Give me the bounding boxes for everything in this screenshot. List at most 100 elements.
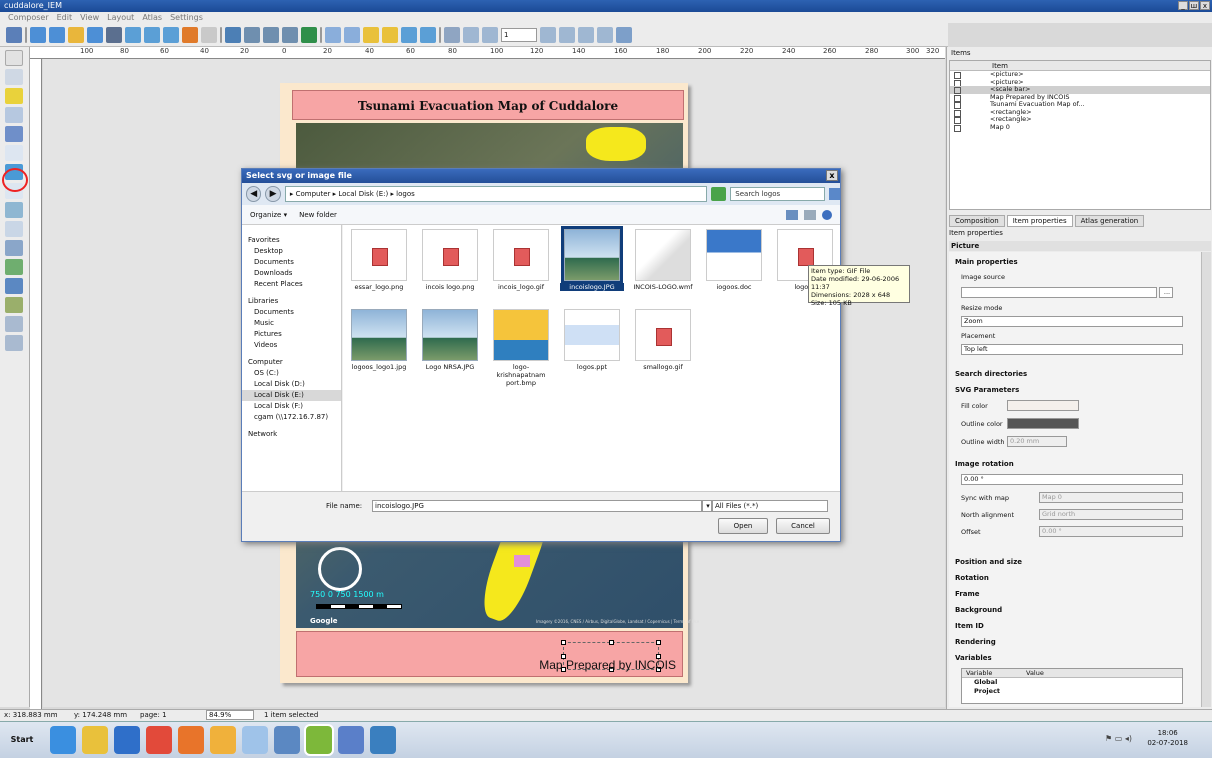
nav-os-c[interactable]: OS (C:) bbox=[242, 368, 341, 379]
file-item[interactable]: iogoos.doc bbox=[702, 229, 766, 299]
paint-icon[interactable] bbox=[338, 726, 364, 754]
rotation-input[interactable]: 0.00 ° bbox=[961, 474, 1183, 485]
nav-lib-documents[interactable]: Documents bbox=[242, 307, 341, 318]
nav-desktop[interactable]: Desktop bbox=[242, 246, 341, 257]
print-atlas-icon[interactable] bbox=[578, 26, 594, 43]
search-input[interactable]: Search logos bbox=[730, 187, 825, 201]
start-button[interactable]: Start bbox=[4, 728, 40, 752]
file-item[interactable]: smallogo.gif bbox=[631, 309, 695, 379]
close-button[interactable]: x bbox=[1200, 1, 1210, 10]
add-attribute-table-icon[interactable] bbox=[5, 335, 23, 351]
item-row[interactable]: <picture> bbox=[950, 78, 1210, 86]
explorer-icon[interactable] bbox=[82, 726, 108, 754]
save-icon[interactable] bbox=[6, 26, 22, 43]
menu-layout[interactable]: Layout bbox=[107, 12, 134, 23]
duplicate-composer-icon[interactable] bbox=[49, 26, 65, 43]
com-mit-icon[interactable] bbox=[210, 726, 236, 754]
svg-parameters-group[interactable]: SVG Parameters bbox=[955, 386, 1019, 394]
zoom-tool-icon[interactable] bbox=[5, 69, 23, 85]
qgis-icon[interactable] bbox=[304, 724, 334, 756]
zoom-in-icon[interactable] bbox=[263, 26, 279, 43]
mail-icon[interactable] bbox=[178, 726, 204, 754]
nav-documents[interactable]: Documents bbox=[242, 257, 341, 268]
footer-rectangle[interactable]: Map Prepared by INCOIS bbox=[296, 631, 683, 677]
add-table-icon[interactable] bbox=[5, 316, 23, 332]
ungroup-icon[interactable] bbox=[344, 26, 360, 43]
minimize-button[interactable]: _ bbox=[1178, 1, 1188, 10]
edit-nodes-icon[interactable] bbox=[5, 126, 23, 142]
file-item[interactable]: logoos_logo1.jpg bbox=[347, 309, 411, 379]
file-item[interactable]: logos.ppt bbox=[560, 309, 624, 379]
item-row[interactable]: Tsunami Evacuation Map of... bbox=[950, 100, 1210, 109]
tab-atlas-generation[interactable]: Atlas generation bbox=[1074, 215, 1145, 227]
nav-computer[interactable]: Computer bbox=[242, 357, 341, 368]
back-button[interactable]: ◀ bbox=[246, 186, 262, 202]
organize-button[interactable]: Organize ▾ bbox=[250, 211, 287, 219]
nav-network-share[interactable]: cgam (\\172.16.7.87) bbox=[242, 412, 341, 423]
refresh-icon[interactable] bbox=[710, 187, 727, 201]
file-name-dropdown-icon[interactable]: ▾ bbox=[702, 500, 712, 512]
unlock-icon[interactable] bbox=[382, 26, 398, 43]
menu-view[interactable]: View bbox=[80, 12, 99, 23]
image-source-input[interactable] bbox=[961, 287, 1157, 298]
zoom-combo[interactable]: 84.9% bbox=[206, 710, 254, 720]
tab-composition[interactable]: Composition bbox=[949, 215, 1005, 227]
undo-icon[interactable] bbox=[182, 26, 198, 43]
add-scalebar-icon[interactable] bbox=[5, 240, 23, 256]
refresh-icon[interactable] bbox=[301, 26, 317, 43]
rendering-group[interactable]: Rendering bbox=[955, 638, 996, 646]
nav-downloads[interactable]: Downloads bbox=[242, 268, 341, 279]
offset-input[interactable]: 0.00 ° bbox=[1039, 526, 1183, 537]
menu-atlas[interactable]: Atlas bbox=[142, 12, 162, 23]
forward-button[interactable]: ▶ bbox=[265, 186, 281, 202]
nav-disk-f[interactable]: Local Disk (F:) bbox=[242, 401, 341, 412]
outline-width-input[interactable]: 0.20 mm bbox=[1007, 436, 1067, 447]
project-row[interactable]: Project bbox=[962, 687, 1182, 696]
add-shape-icon[interactable] bbox=[5, 259, 23, 275]
item-row[interactable]: <rectangle> bbox=[950, 115, 1210, 124]
file-item[interactable]: essar_logo.png bbox=[347, 229, 411, 299]
item-row[interactable]: <picture> bbox=[950, 70, 1210, 79]
item-row-selected[interactable]: <scale bar> bbox=[950, 85, 1210, 94]
align-icon[interactable] bbox=[420, 26, 436, 43]
image-rotation-group[interactable]: Image rotation bbox=[955, 460, 1014, 468]
pan-icon[interactable] bbox=[5, 50, 23, 66]
file-item-selected[interactable]: incoislogo.JPG bbox=[560, 226, 624, 299]
file-manager-icon[interactable] bbox=[242, 726, 268, 754]
position-size-group[interactable]: Position and size bbox=[955, 558, 1022, 566]
network-icon[interactable] bbox=[114, 726, 140, 754]
new-composer-icon[interactable] bbox=[30, 26, 46, 43]
file-item[interactable]: logo-krishnapatnam port.bmp bbox=[489, 309, 553, 387]
menu-settings[interactable]: Settings bbox=[170, 12, 203, 23]
open-button[interactable]: Open bbox=[718, 518, 768, 534]
nav-disk-e[interactable]: Local Disk (E:) bbox=[242, 390, 341, 401]
nav-disk-d[interactable]: Local Disk (D:) bbox=[242, 379, 341, 390]
next-feature-icon[interactable] bbox=[540, 26, 556, 43]
add-map-icon[interactable] bbox=[5, 145, 23, 161]
fill-color-button[interactable] bbox=[1007, 400, 1079, 411]
select-move-icon[interactable] bbox=[5, 88, 23, 104]
north-alignment-select[interactable]: Grid north bbox=[1039, 509, 1183, 520]
global-row[interactable]: Global bbox=[962, 678, 1182, 687]
placement-select[interactable]: Top left bbox=[961, 344, 1183, 355]
search-icon[interactable] bbox=[828, 188, 840, 200]
file-item[interactable]: incois_logo.gif bbox=[489, 229, 553, 299]
export-svg-icon[interactable] bbox=[144, 26, 160, 43]
open-folder-icon[interactable] bbox=[68, 26, 84, 43]
help-icon[interactable] bbox=[822, 209, 832, 220]
file-item[interactable]: Logo NRSA.JPG bbox=[418, 309, 482, 379]
ie-icon[interactable] bbox=[50, 726, 76, 754]
zoom-full-icon[interactable] bbox=[225, 26, 241, 43]
preview-pane-icon[interactable] bbox=[804, 209, 816, 220]
file-item[interactable]: incois logo.png bbox=[418, 229, 482, 299]
frame-group[interactable]: Frame bbox=[955, 590, 980, 598]
export-atlas-icon[interactable] bbox=[597, 26, 613, 43]
nav-pictures[interactable]: Pictures bbox=[242, 329, 341, 340]
chrome-icon[interactable] bbox=[146, 726, 172, 754]
scale-bar[interactable] bbox=[316, 604, 402, 609]
move-content-icon[interactable] bbox=[5, 107, 23, 123]
resize-mode-select[interactable]: Zoom bbox=[961, 316, 1183, 327]
atlas-page-field[interactable]: 1 bbox=[501, 27, 537, 42]
previous-feature-icon[interactable] bbox=[482, 26, 498, 43]
sync-with-map-checkbox[interactable]: Sync with map bbox=[961, 494, 1009, 502]
